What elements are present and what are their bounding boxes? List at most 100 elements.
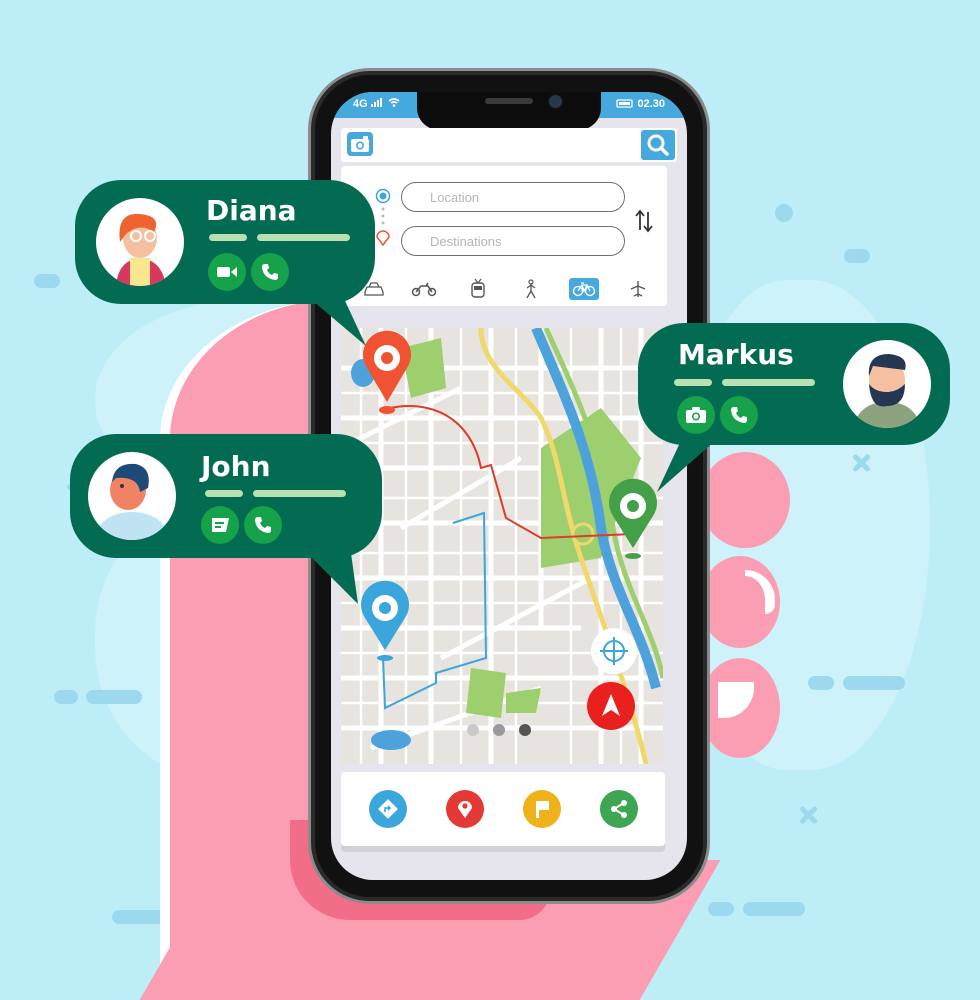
avatar-markus	[843, 340, 931, 428]
placeholder-line	[722, 379, 815, 386]
mode-plane[interactable]	[623, 278, 653, 300]
mode-train[interactable]	[463, 278, 493, 300]
decor-x	[797, 804, 819, 826]
contact-name: John	[201, 450, 271, 483]
recenter-button[interactable]	[591, 628, 637, 674]
train-icon	[471, 278, 485, 298]
camera-button[interactable]	[347, 132, 373, 156]
notch	[417, 92, 601, 130]
directions-icon	[378, 799, 398, 819]
page-dot-active[interactable]	[519, 724, 531, 736]
bubble-tail	[657, 432, 725, 492]
bubble-tail	[300, 546, 358, 604]
park-area	[506, 688, 541, 713]
crosshair-icon	[600, 637, 628, 665]
person-avatar-icon	[853, 354, 921, 428]
flag-button[interactable]	[523, 790, 561, 828]
decor-dash	[86, 690, 142, 704]
speaker	[485, 98, 533, 104]
call-button[interactable]	[720, 396, 758, 434]
share-button[interactable]	[600, 790, 638, 828]
page-dot[interactable]	[493, 724, 505, 736]
avatar-john	[88, 452, 176, 540]
phone-icon	[731, 407, 747, 423]
map-view[interactable]	[341, 328, 663, 764]
network-label: 4G	[353, 98, 368, 110]
page-indicator	[467, 724, 531, 736]
decor-dash	[54, 690, 78, 704]
camera-button[interactable]	[677, 396, 715, 434]
video-call-button[interactable]	[208, 253, 246, 291]
swap-button[interactable]	[633, 206, 655, 236]
battery-icon	[616, 99, 634, 108]
decor-dash	[808, 676, 834, 690]
time-label: 02.30	[637, 98, 665, 110]
decor-dash	[34, 274, 60, 288]
phone-icon	[255, 517, 271, 533]
directions-button[interactable]	[369, 790, 407, 828]
placeholder-line	[205, 490, 243, 497]
person-avatar-icon	[92, 463, 172, 540]
park-area	[466, 668, 506, 718]
swap-vertical-icon	[635, 209, 653, 233]
contact-name: Diana	[206, 194, 297, 227]
call-button[interactable]	[251, 253, 289, 291]
phone-icon	[262, 264, 278, 280]
message-icon	[212, 518, 229, 532]
placeholder-line	[209, 234, 247, 241]
bubble-tail	[300, 290, 366, 346]
roundabout	[571, 522, 595, 546]
blue-pin-icon[interactable]	[357, 580, 413, 664]
mode-bicycle[interactable]	[569, 278, 599, 300]
motorbike-icon	[411, 282, 437, 297]
location-button[interactable]	[446, 790, 484, 828]
decor-dot	[775, 204, 793, 222]
route-dots	[381, 207, 385, 225]
camera-icon	[686, 407, 706, 423]
message-button[interactable]	[201, 506, 239, 544]
person-avatar-icon	[116, 213, 166, 286]
contact-name: Markus	[678, 338, 794, 371]
action-bar	[341, 772, 665, 846]
origin-marker-icon	[375, 188, 391, 204]
placeholder-line	[674, 379, 712, 386]
bicycle-icon	[572, 282, 596, 297]
plane-icon	[630, 281, 646, 297]
decor-dash	[743, 902, 805, 916]
signal-icon	[370, 98, 382, 107]
search-icon	[647, 134, 669, 156]
flag-icon	[536, 801, 549, 818]
destination-input[interactable]	[401, 226, 625, 256]
decor-x	[850, 452, 872, 474]
location-input[interactable]	[401, 182, 625, 212]
location-pin-icon	[458, 801, 472, 818]
walk-icon	[526, 279, 536, 299]
mode-motorbike[interactable]	[409, 278, 439, 300]
page-dot[interactable]	[467, 724, 479, 736]
placeholder-line	[257, 234, 350, 241]
front-camera	[547, 93, 564, 110]
decor-dash	[708, 902, 734, 916]
search-bar	[341, 128, 677, 164]
video-call-icon	[217, 267, 237, 277]
wifi-icon	[388, 98, 400, 107]
share-icon	[611, 800, 627, 818]
placeholder-line	[253, 490, 346, 497]
navigation-arrow-icon	[602, 694, 620, 716]
status-network: 4G	[353, 98, 400, 110]
green-pin-icon[interactable]	[605, 478, 661, 562]
phone-screen: 4G 02.30	[331, 92, 687, 880]
search-input[interactable]	[379, 128, 633, 164]
route-card	[341, 166, 667, 306]
status-time: 02.30	[616, 98, 665, 110]
decor-dash	[844, 249, 870, 263]
camera-icon	[351, 136, 369, 152]
mode-walk[interactable]	[516, 278, 546, 300]
avatar-diana	[96, 198, 184, 286]
search-button[interactable]	[641, 130, 675, 160]
call-button[interactable]	[244, 506, 282, 544]
navigate-button[interactable]	[587, 682, 635, 730]
destination-marker-icon	[376, 230, 390, 246]
lake	[371, 730, 411, 750]
decor-dash	[843, 676, 905, 690]
